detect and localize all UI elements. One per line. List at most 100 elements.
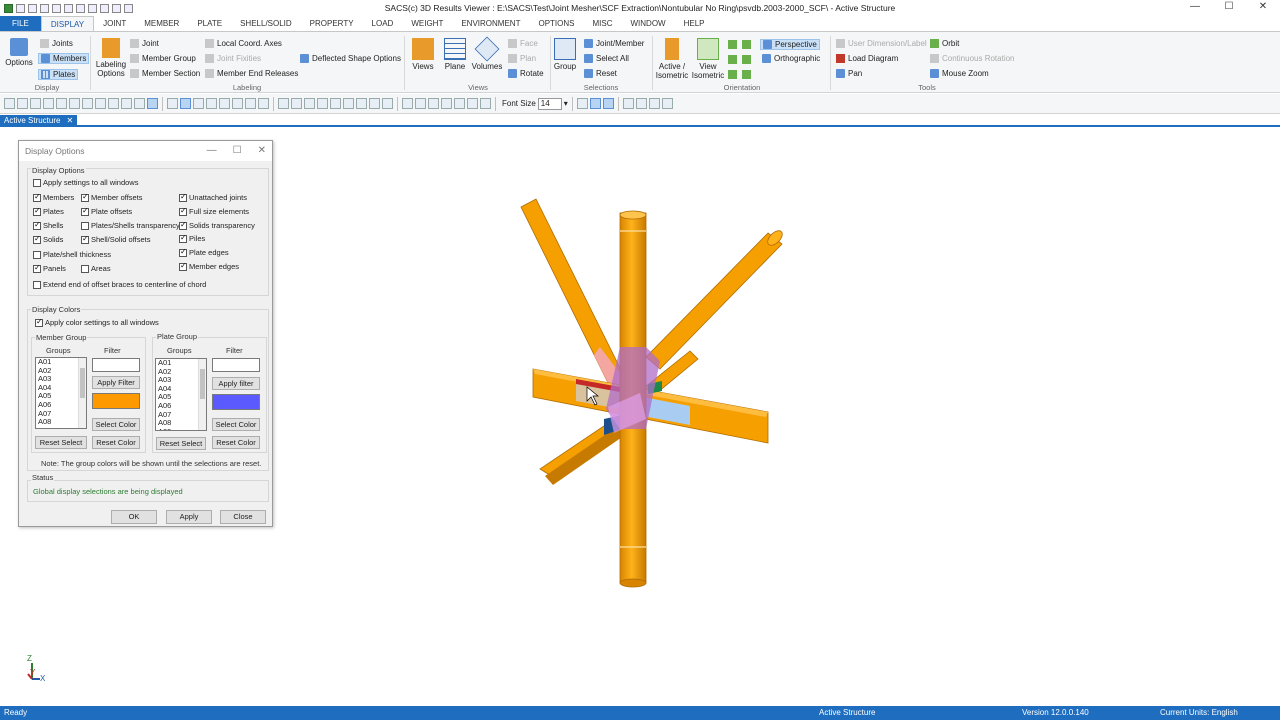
export-icon[interactable] bbox=[648, 98, 660, 109]
brace-upper-left[interactable] bbox=[520, 198, 629, 392]
iso-preset-4-button[interactable] bbox=[742, 55, 751, 64]
print-icon[interactable] bbox=[69, 98, 80, 109]
search-icon[interactable] bbox=[622, 98, 634, 109]
copy-icon[interactable] bbox=[56, 98, 67, 109]
web-icon[interactable] bbox=[661, 98, 673, 109]
shells-checkbox[interactable]: Shells bbox=[33, 220, 63, 230]
view-bottom-icon[interactable] bbox=[343, 98, 354, 109]
apply-settings-all-windows-checkbox[interactable]: Apply settings to all windows bbox=[33, 178, 138, 187]
pan-button[interactable]: Pan bbox=[836, 69, 862, 78]
joint-fixities-toggle[interactable]: Joint Fixities bbox=[205, 54, 261, 63]
view-back-icon[interactable] bbox=[291, 98, 302, 109]
move-icon[interactable] bbox=[428, 98, 439, 109]
plates-toggle[interactable]: Plates bbox=[38, 69, 79, 80]
plate-filter-input[interactable] bbox=[212, 358, 260, 372]
view-isometric-button[interactable]: View Isometric bbox=[690, 38, 726, 80]
minimize-button[interactable]: — bbox=[1178, 0, 1212, 14]
plate-reset-color-button[interactable]: Reset Color bbox=[212, 436, 260, 449]
member-select-color-button[interactable]: Select Color bbox=[92, 418, 140, 431]
view-iso-icon[interactable] bbox=[356, 98, 367, 109]
view-front-icon[interactable] bbox=[278, 98, 289, 109]
load-diagram-button[interactable]: Load Diagram bbox=[836, 54, 898, 63]
axis-icon[interactable] bbox=[402, 98, 413, 109]
point-icon[interactable] bbox=[576, 98, 588, 109]
tab-joint[interactable]: JOINT bbox=[94, 16, 135, 31]
member-section-label-toggle[interactable]: Member Section bbox=[130, 69, 200, 78]
member-reset-select-button[interactable]: Reset Select bbox=[35, 436, 87, 449]
grid-view-icon[interactable] bbox=[382, 98, 393, 109]
snap-icon[interactable] bbox=[415, 98, 426, 109]
iso-preset-6-button[interactable] bbox=[742, 70, 751, 79]
redo-icon[interactable] bbox=[232, 98, 243, 109]
dialog-maximize-button[interactable]: ☐ bbox=[233, 141, 242, 161]
tab-display[interactable]: DISPLAY bbox=[40, 16, 95, 31]
volumes-button[interactable]: Volumes bbox=[470, 36, 504, 71]
face-view-button[interactable]: Face bbox=[508, 39, 538, 48]
plate-offsets-checkbox[interactable]: Plate offsets bbox=[81, 206, 132, 216]
tab-member[interactable]: MEMBER bbox=[135, 16, 188, 31]
tab-property[interactable]: PROPERTY bbox=[301, 16, 363, 31]
tab-misc[interactable]: MISC bbox=[583, 16, 621, 31]
members-checkbox[interactable]: Members bbox=[33, 192, 74, 202]
dialog-close-button[interactable]: ✕ bbox=[258, 141, 266, 161]
line-icon[interactable] bbox=[589, 98, 601, 109]
rotate-view-button[interactable]: Rotate bbox=[508, 69, 544, 78]
apply-color-all-windows-checkbox[interactable]: Apply color settings to all windows bbox=[35, 317, 159, 327]
joint-label-toggle[interactable]: Joint bbox=[130, 39, 159, 48]
font-size-select[interactable]: 14 bbox=[537, 97, 562, 110]
plane-button[interactable]: Plane bbox=[442, 38, 468, 71]
zoom-in-icon[interactable] bbox=[167, 98, 178, 109]
plate-apply-filter-button[interactable]: Apply filter bbox=[212, 377, 260, 390]
tab-window[interactable]: WINDOW bbox=[621, 16, 674, 31]
refresh-icon[interactable] bbox=[245, 98, 256, 109]
members-toggle[interactable]: Members bbox=[38, 53, 90, 64]
grid-icon[interactable] bbox=[206, 98, 217, 109]
open-icon[interactable] bbox=[17, 98, 28, 109]
zoom-fit-icon[interactable] bbox=[95, 98, 106, 109]
rotate-icon[interactable] bbox=[121, 98, 132, 109]
plate-groups-list[interactable]: A01A02A03A04A05A06A07A08A09 bbox=[155, 358, 207, 431]
active-isometric-button[interactable]: Active / Isometric bbox=[654, 38, 690, 80]
filter-icon[interactable] bbox=[635, 98, 647, 109]
plate-edges-checkbox[interactable]: Plate edges bbox=[179, 247, 229, 257]
ok-button[interactable]: OK bbox=[111, 510, 157, 524]
document-tab-active-structure[interactable]: Active Structure ✕ bbox=[0, 115, 78, 126]
tab-shell-solid[interactable]: SHELL/SOLID bbox=[231, 16, 301, 31]
save-all-icon[interactable] bbox=[43, 98, 54, 109]
table-icon[interactable] bbox=[369, 98, 380, 109]
plate-shell-thickness-checkbox[interactable]: Plate/shell thickness bbox=[33, 250, 111, 259]
iso-preset-3-button[interactable] bbox=[728, 55, 737, 64]
tab-options[interactable]: OPTIONS bbox=[529, 16, 583, 31]
label-icon[interactable] bbox=[467, 98, 478, 109]
zoom-extents-icon[interactable] bbox=[193, 98, 204, 109]
user-dimension-label-button[interactable]: User Dimension/Label bbox=[836, 39, 927, 48]
chevron-down-icon[interactable]: ▾ bbox=[564, 99, 568, 108]
deflected-shape-options-button[interactable]: Deflected Shape Options bbox=[300, 54, 401, 63]
iso-preset-2-button[interactable] bbox=[742, 40, 751, 49]
redraw-icon[interactable] bbox=[134, 98, 145, 109]
labeling-options-button[interactable]: Labeling Options bbox=[94, 38, 128, 78]
tab-environment[interactable]: ENVIRONMENT bbox=[452, 16, 529, 31]
plates-shells-transparency-checkbox[interactable]: Plates/Shells transparency bbox=[81, 221, 180, 230]
apply-button[interactable]: Apply bbox=[166, 510, 212, 524]
scrollbar-thumb[interactable] bbox=[80, 368, 85, 398]
member-group-label-toggle[interactable]: Member Group bbox=[130, 54, 196, 63]
plates-checkbox[interactable]: Plates bbox=[33, 206, 64, 216]
frame-icon[interactable] bbox=[602, 98, 614, 109]
brace-upper-right[interactable] bbox=[645, 232, 783, 370]
view-top-icon[interactable] bbox=[330, 98, 341, 109]
tab-load[interactable]: LOAD bbox=[363, 16, 403, 31]
dialog-minimize-button[interactable]: — bbox=[207, 141, 217, 161]
plan-view-button[interactable]: Plan bbox=[508, 54, 536, 63]
mouse-zoom-button[interactable]: Mouse Zoom bbox=[930, 69, 989, 78]
select-window-icon[interactable] bbox=[147, 98, 158, 109]
tab-file[interactable]: FILE bbox=[0, 16, 41, 31]
reset-selection-button[interactable]: Reset bbox=[584, 69, 617, 78]
plate-select-color-button[interactable]: Select Color bbox=[212, 418, 260, 431]
text-icon[interactable] bbox=[480, 98, 491, 109]
scrollbar-thumb[interactable] bbox=[200, 369, 205, 399]
continuous-rotation-button[interactable]: Continuous Rotation bbox=[930, 54, 1015, 63]
measure-icon[interactable] bbox=[454, 98, 465, 109]
unattached-joints-checkbox[interactable]: Unattached joints bbox=[179, 192, 247, 202]
perspective-toggle[interactable]: Perspective bbox=[760, 39, 820, 50]
